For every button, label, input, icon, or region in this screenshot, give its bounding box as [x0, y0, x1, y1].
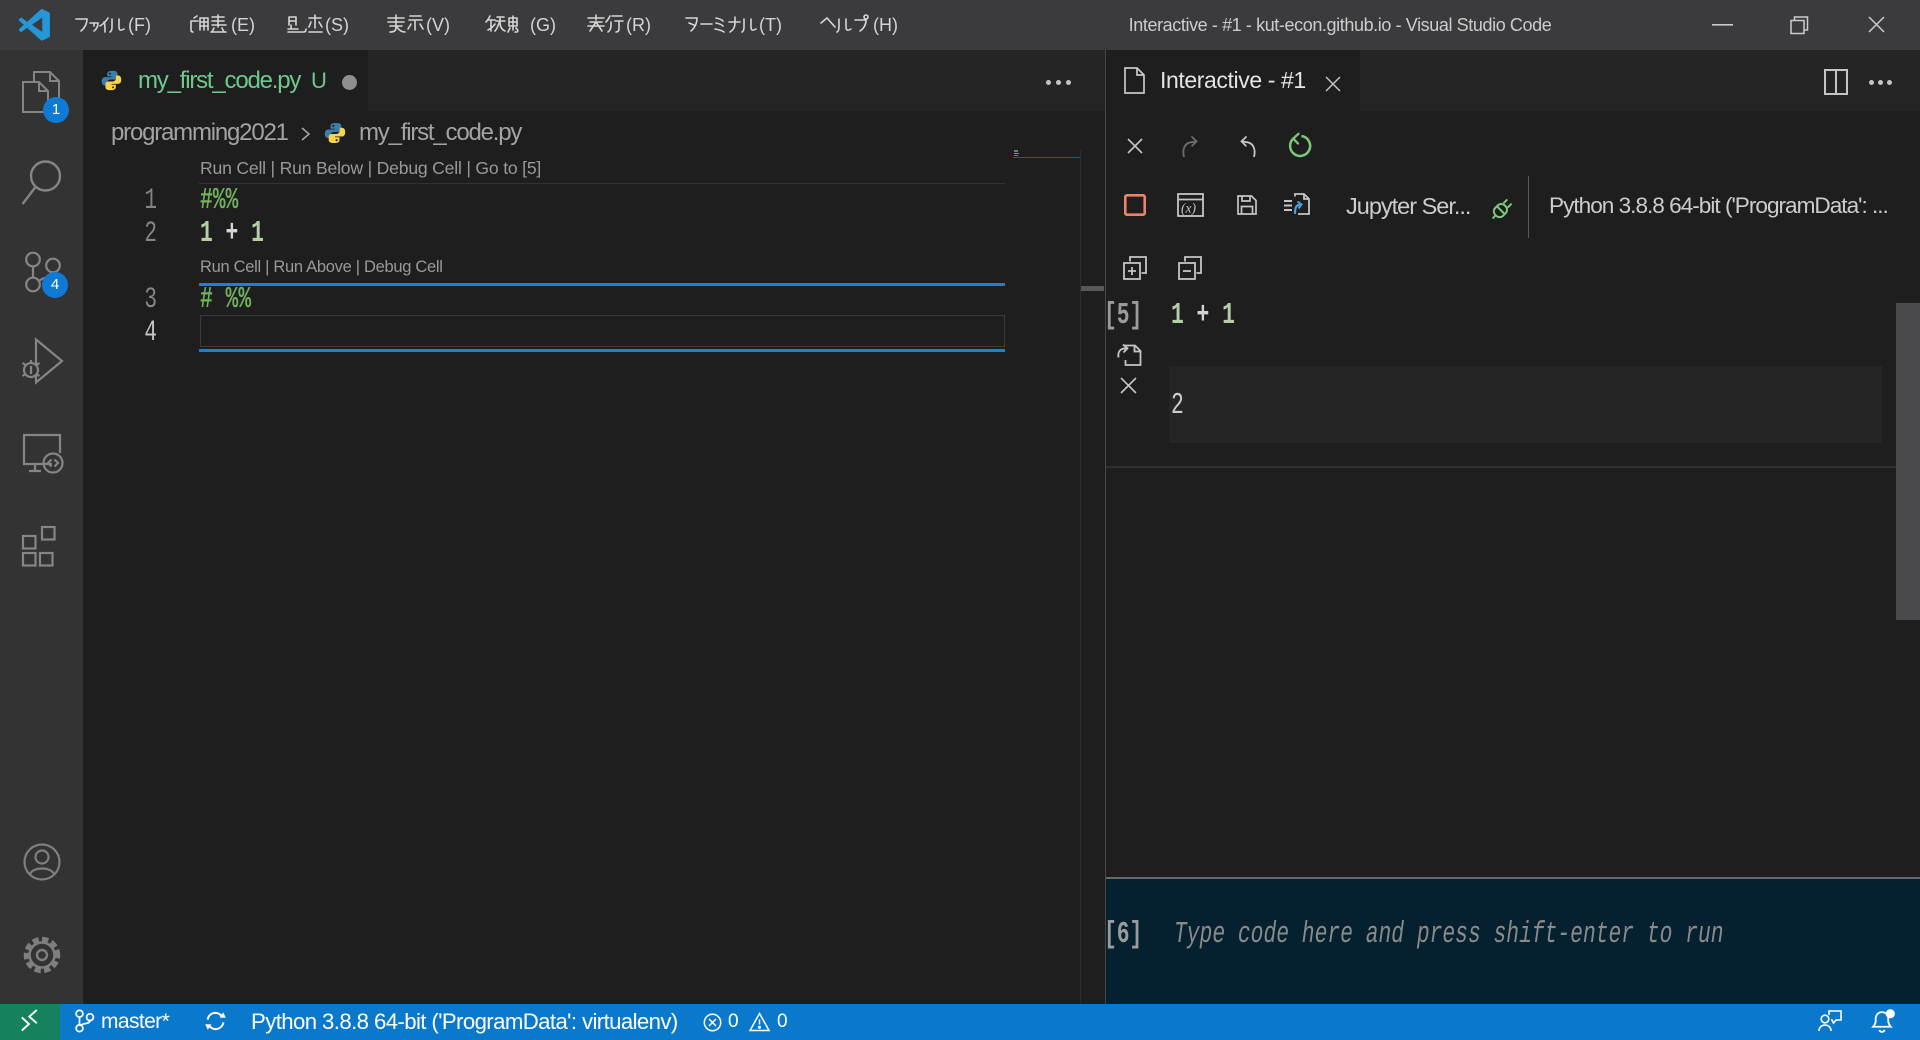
- svg-text:(R): (R): [626, 15, 651, 35]
- svg-text:(F): (F): [128, 15, 151, 35]
- svg-text:(E): (E): [231, 15, 255, 35]
- svg-text:(S): (S): [325, 15, 349, 35]
- svg-text:(H): (H): [873, 15, 898, 35]
- svg-text:(x): (x): [1181, 201, 1196, 216]
- svg-text:(G): (G): [530, 15, 556, 35]
- svg-text:(T): (T): [759, 15, 782, 35]
- svg-text:(V): (V): [426, 15, 450, 35]
